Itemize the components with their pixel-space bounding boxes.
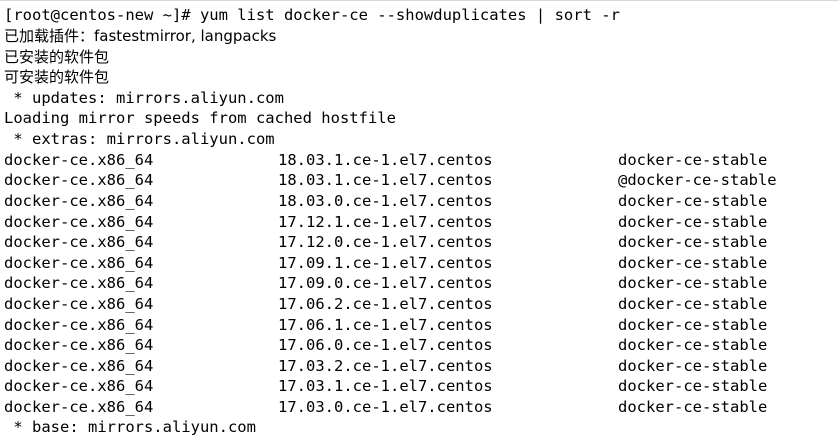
package-name: docker-ce.x86_64 <box>4 336 154 354</box>
package-repo: docker-ce-stable <box>618 254 768 272</box>
extras-mirror-line: * extras: mirrors.aliyun.com <box>4 130 275 148</box>
package-version: 17.09.0.ce-1.el7.centos <box>278 274 493 292</box>
package-version: 17.03.2.ce-1.el7.centos <box>278 357 493 375</box>
package-name: docker-ce.x86_64 <box>4 213 154 231</box>
package-repo: @docker-ce-stable <box>618 171 777 189</box>
package-name: docker-ce.x86_64 <box>4 171 154 189</box>
package-row: docker-ce.x86_64 17.03.2.ce-1.el7.centos… <box>4 356 834 376</box>
package-repo: docker-ce-stable <box>618 377 768 395</box>
package-name: docker-ce.x86_64 <box>4 192 154 210</box>
package-repo: docker-ce-stable <box>618 316 768 334</box>
package-row: docker-ce.x86_64 17.03.0.ce-1.el7.centos… <box>4 397 834 417</box>
package-name: docker-ce.x86_64 <box>4 316 154 334</box>
command-line: [root@centos-new ~]# yum list docker-ce … <box>4 6 620 24</box>
package-name: docker-ce.x86_64 <box>4 233 154 251</box>
package-row: docker-ce.x86_64 17.06.2.ce-1.el7.centos… <box>4 294 834 314</box>
plugins-loaded-line: 已加载插件：fastestmirror, langpacks <box>4 27 277 45</box>
package-row: docker-ce.x86_64 18.03.1.ce-1.el7.centos… <box>4 150 834 170</box>
package-version: 18.03.1.ce-1.el7.centos <box>278 171 493 189</box>
updates-mirror-line: * updates: mirrors.aliyun.com <box>4 89 284 107</box>
package-row: docker-ce.x86_64 17.06.0.ce-1.el7.centos… <box>4 335 834 355</box>
package-repo: docker-ce-stable <box>618 151 768 169</box>
package-version: 18.03.0.ce-1.el7.centos <box>278 192 493 210</box>
package-repo: docker-ce-stable <box>618 295 768 313</box>
package-row: docker-ce.x86_64 17.09.1.ce-1.el7.centos… <box>4 253 834 273</box>
package-name: docker-ce.x86_64 <box>4 377 154 395</box>
package-version: 17.12.1.ce-1.el7.centos <box>278 213 493 231</box>
package-repo: docker-ce-stable <box>618 274 768 292</box>
base-mirror-line: * base: mirrors.aliyun.com <box>4 418 256 435</box>
package-repo: docker-ce-stable <box>618 213 768 231</box>
installed-packages-line: 已安装的软件包 <box>4 48 110 66</box>
package-name: docker-ce.x86_64 <box>4 151 154 169</box>
package-repo: docker-ce-stable <box>618 398 768 416</box>
package-repo: docker-ce-stable <box>618 357 768 375</box>
package-version: 17.12.0.ce-1.el7.centos <box>278 233 493 251</box>
package-row: docker-ce.x86_64 17.09.0.ce-1.el7.centos… <box>4 273 834 293</box>
package-row: docker-ce.x86_64 18.03.0.ce-1.el7.centos… <box>4 191 834 211</box>
package-name: docker-ce.x86_64 <box>4 295 154 313</box>
package-name: docker-ce.x86_64 <box>4 274 154 292</box>
package-version: 18.03.1.ce-1.el7.centos <box>278 151 493 169</box>
package-row: docker-ce.x86_64 17.06.1.ce-1.el7.centos… <box>4 315 834 335</box>
package-name: docker-ce.x86_64 <box>4 357 154 375</box>
package-version: 17.03.1.ce-1.el7.centos <box>278 377 493 395</box>
package-repo: docker-ce-stable <box>618 192 768 210</box>
terminal-window[interactable]: [root@centos-new ~]# yum list docker-ce … <box>0 0 839 435</box>
package-name: docker-ce.x86_64 <box>4 254 154 272</box>
package-version: 17.06.1.ce-1.el7.centos <box>278 316 493 334</box>
package-row: docker-ce.x86_64 17.03.1.ce-1.el7.centos… <box>4 376 834 396</box>
package-repo: docker-ce-stable <box>618 233 768 251</box>
package-name: docker-ce.x86_64 <box>4 398 154 416</box>
available-packages-line: 可安装的软件包 <box>4 68 110 86</box>
package-row: docker-ce.x86_64 18.03.1.ce-1.el7.centos… <box>4 170 834 190</box>
loading-mirror-line: Loading mirror speeds from cached hostfi… <box>4 109 396 127</box>
package-version: 17.03.0.ce-1.el7.centos <box>278 398 493 416</box>
package-row: docker-ce.x86_64 17.12.1.ce-1.el7.centos… <box>4 212 834 232</box>
package-version: 17.06.2.ce-1.el7.centos <box>278 295 493 313</box>
package-row: docker-ce.x86_64 17.12.0.ce-1.el7.centos… <box>4 232 834 252</box>
package-repo: docker-ce-stable <box>618 336 768 354</box>
package-version: 17.06.0.ce-1.el7.centos <box>278 336 493 354</box>
package-version: 17.09.1.ce-1.el7.centos <box>278 254 493 272</box>
